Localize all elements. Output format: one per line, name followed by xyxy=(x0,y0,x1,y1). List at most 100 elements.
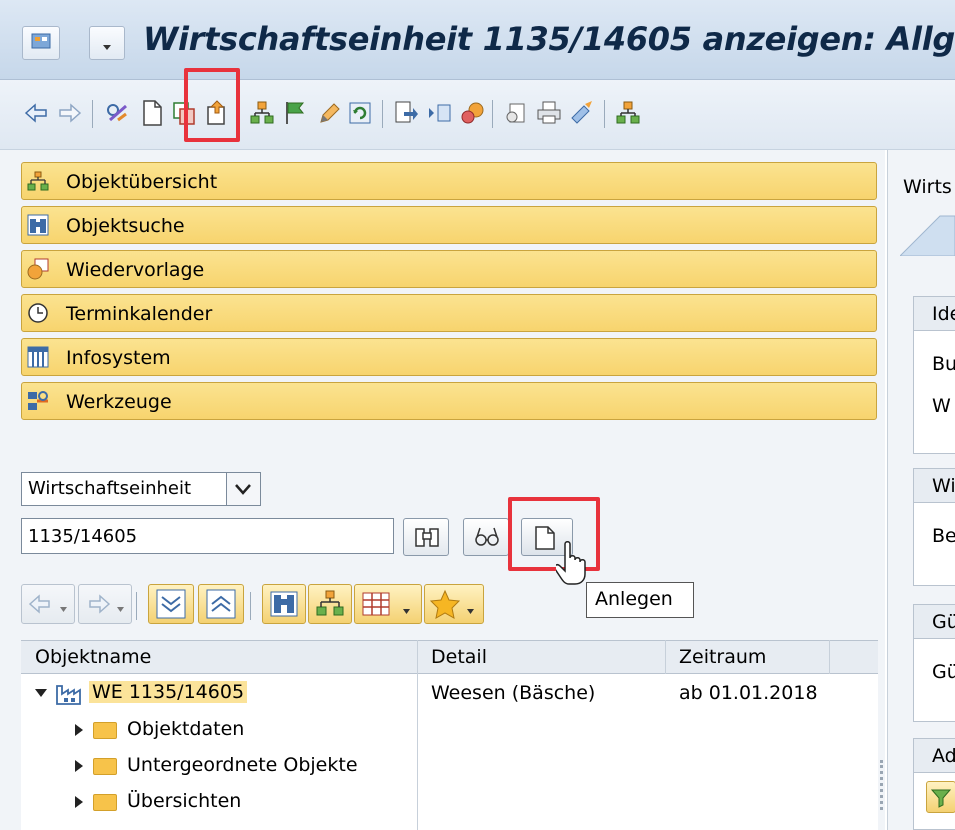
hierarchy-icon xyxy=(316,590,344,616)
column-detail[interactable]: Detail xyxy=(431,646,487,668)
nav-label: Infosystem xyxy=(66,347,171,369)
title-bar: Wirtschaftseinheit 1135/14605 anzeigen: … xyxy=(0,0,955,80)
folder-icon xyxy=(93,758,117,775)
new-document-icon[interactable] xyxy=(138,98,166,128)
nav-label: Objektübersicht xyxy=(66,171,218,193)
tree-node-label: WE 1135/14605 xyxy=(89,681,248,703)
menu-icon[interactable] xyxy=(22,26,60,60)
nav-terminkalender[interactable]: Terminkalender xyxy=(21,294,877,332)
nav-objektsuche[interactable]: Objektsuche xyxy=(21,206,877,244)
glasses-icon xyxy=(475,527,499,546)
document-arrow-icon[interactable] xyxy=(392,98,420,128)
caret-right-icon[interactable] xyxy=(75,724,83,736)
resubmission-icon xyxy=(27,258,49,280)
hierarchy-icon[interactable] xyxy=(248,98,276,128)
group-gueltigkeit: Gü Gü xyxy=(913,604,955,722)
column-zeitraum[interactable]: Zeitraum xyxy=(679,646,766,668)
column-objektname[interactable]: Objektname xyxy=(35,646,151,668)
next-icon[interactable] xyxy=(426,98,454,128)
resize-handle[interactable] xyxy=(880,760,886,810)
refresh-icon[interactable] xyxy=(346,98,374,128)
tree-row[interactable]: Objektdaten xyxy=(21,712,878,748)
forward-arrow-icon xyxy=(89,594,124,614)
tree-node-label: Objektdaten xyxy=(127,718,245,740)
nav-label: Wiedervorlage xyxy=(66,259,205,281)
tab-label[interactable]: Wirts xyxy=(903,176,955,198)
star-icon xyxy=(429,589,474,619)
group-address: Ad xyxy=(913,738,955,830)
building-icon xyxy=(56,685,81,705)
collapse-button[interactable] xyxy=(198,584,244,624)
object-type-select[interactable]: Wirtschaftseinheit xyxy=(21,472,227,506)
caret-down-icon[interactable] xyxy=(35,689,47,697)
forward-button[interactable] xyxy=(78,584,132,624)
tree-node-label: Übersichten xyxy=(127,790,242,812)
tree-detail: Weesen (Bäsche) xyxy=(431,682,596,704)
hierarchy-button[interactable] xyxy=(308,584,352,624)
object-id-input[interactable]: 1135/14605 xyxy=(21,518,394,554)
chevron-down-icon[interactable] xyxy=(227,472,261,506)
group-header: Ide xyxy=(932,303,955,325)
hierarchy-link-icon[interactable] xyxy=(458,98,486,128)
tree-icon[interactable] xyxy=(614,98,642,128)
column-divider xyxy=(829,640,830,674)
toolbar-separator xyxy=(604,100,605,128)
tree-node-label: Untergeordnete Objekte xyxy=(127,754,358,776)
settings-icon[interactable] xyxy=(502,98,530,128)
back-arrow-icon[interactable] xyxy=(22,98,50,128)
toolbar-separator xyxy=(136,592,137,620)
paint-icon[interactable] xyxy=(568,98,596,128)
hand-cursor-icon xyxy=(553,540,592,588)
favorites-button[interactable] xyxy=(424,584,484,624)
group-header: Wi xyxy=(932,475,955,497)
expand-button[interactable] xyxy=(148,584,194,624)
caret-right-icon[interactable] xyxy=(75,796,83,808)
nav-werkzeuge[interactable]: Werkzeuge xyxy=(21,382,877,420)
flag-icon[interactable] xyxy=(281,98,309,128)
group-header: Gü xyxy=(932,611,955,633)
nav-objektuebersicht[interactable]: Objektübersicht xyxy=(21,162,877,200)
tooltip: Anlegen xyxy=(586,582,694,618)
filter-icon xyxy=(930,789,952,808)
column-divider xyxy=(417,640,418,830)
hierarchy-icon xyxy=(27,170,49,192)
forward-arrow-icon[interactable] xyxy=(56,98,84,128)
tab-shape xyxy=(900,206,955,256)
binoculars-icon xyxy=(27,214,49,236)
layout-button[interactable] xyxy=(354,584,422,624)
binoculars-icon xyxy=(270,591,298,617)
dropdown-arrow-icon[interactable] xyxy=(89,26,125,60)
print-icon[interactable] xyxy=(535,98,563,128)
tree-row[interactable]: Übersichten xyxy=(21,784,878,820)
nav-wiedervorlage[interactable]: Wiedervorlage xyxy=(21,250,877,288)
back-button[interactable] xyxy=(21,584,75,624)
group-identification: Ide Bu W xyxy=(913,296,955,454)
tree-row[interactable]: Untergeordnete Objekte xyxy=(21,748,878,784)
caret-right-icon[interactable] xyxy=(75,760,83,772)
tree-header: Objektname Detail Zeitraum xyxy=(21,640,878,674)
tree-row[interactable]: WE 1135/14605 Weesen (Bäsche) ab 01.01.2… xyxy=(21,676,878,712)
group-action-button[interactable] xyxy=(926,781,955,813)
expand-all-icon xyxy=(156,589,186,619)
folder-icon xyxy=(93,794,117,811)
nav-label: Werkzeuge xyxy=(66,391,172,413)
field-label: W xyxy=(932,395,951,417)
toolbar-separator xyxy=(382,100,383,128)
grid-icon xyxy=(362,592,410,616)
table-icon xyxy=(27,346,49,368)
nav-infosystem[interactable]: Infosystem xyxy=(21,338,877,376)
pencil-icon[interactable] xyxy=(314,98,342,128)
tree-body: WE 1135/14605 Weesen (Bäsche) ab 01.01.2… xyxy=(21,674,878,830)
group-wirtschaft: Wi Be xyxy=(913,468,955,586)
toolbar-separator xyxy=(250,592,251,620)
window-title: Wirtschaftseinheit 1135/14605 anzeigen: … xyxy=(143,20,955,58)
find-button[interactable] xyxy=(262,584,306,624)
nav-label: Objektsuche xyxy=(66,215,185,237)
glasses-icon[interactable] xyxy=(104,98,132,128)
display-button[interactable] xyxy=(463,518,509,556)
clock-icon xyxy=(27,302,49,324)
field-label: Be xyxy=(932,525,955,547)
search-button[interactable] xyxy=(403,518,449,556)
binoculars-icon xyxy=(415,528,439,547)
tools-icon xyxy=(27,390,49,412)
